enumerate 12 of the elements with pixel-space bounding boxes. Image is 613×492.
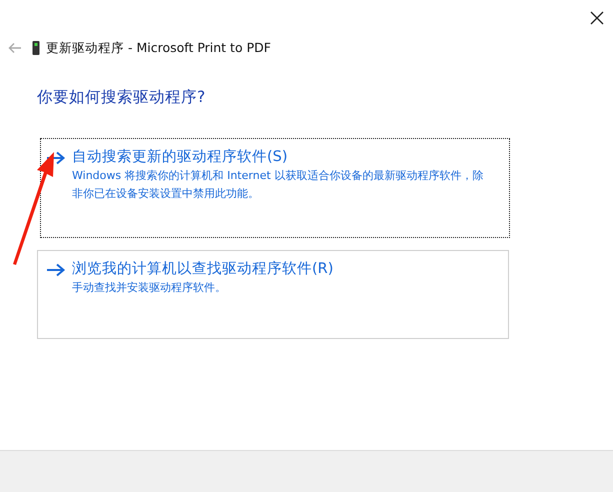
arrow-icon (46, 151, 66, 165)
option-title: 浏览我的计算机以查找驱动程序软件(R) (72, 260, 334, 279)
option-link[interactable]: 浏览我的计算机以查找驱动程序软件(R) 手动查找并安装驱动程序软件。 (37, 250, 509, 339)
device-icon (32, 41, 40, 55)
option-title: 自动搜索更新的驱动程序软件(S) (72, 148, 289, 167)
option-description: 手动查找并安装驱动程序软件。 (72, 280, 227, 296)
page-heading: 你要如何搜索驱动程序? (37, 87, 206, 108)
close-button[interactable] (589, 10, 605, 26)
window-title: 更新驱动程序 - Microsoft Print to PDF (46, 40, 271, 56)
arrow-icon (46, 263, 66, 277)
option-description: Windows 将搜索你的计算机和 Internet 以获取适合你设备的最新驱动程序软件，除非你已在设备安装设置中禁用此功能。 (72, 168, 484, 202)
option-link[interactable]: 自动搜索更新的驱动程序软件(S) Windows 将搜索你的计算机和 Internet 以获取适合你设备的最新驱动程序软件，除非你已在设备安装设置中禁用此功能。 (40, 138, 510, 238)
